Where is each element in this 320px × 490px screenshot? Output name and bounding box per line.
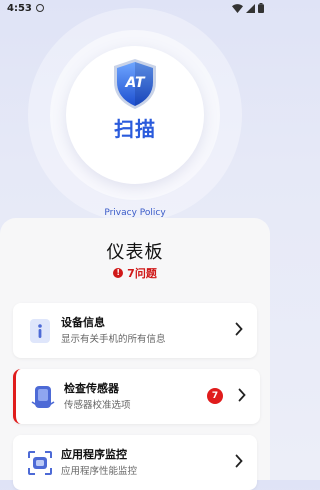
card-title: 设备信息 xyxy=(61,316,105,329)
card-app-monitor[interactable]: 应用程序监控 应用程序性能监控 xyxy=(13,435,257,490)
card-title: 检查传感器 xyxy=(64,382,119,395)
info-icon xyxy=(30,319,50,343)
app-monitor-icon xyxy=(28,451,52,475)
card-subtitle: 应用程序性能监控 xyxy=(61,466,138,477)
privacy-policy-link[interactable]: Privacy Policy xyxy=(0,208,270,218)
issues-count: 7问题 xyxy=(127,267,157,280)
app-indicator-icon xyxy=(36,4,44,12)
chevron-right-icon xyxy=(235,322,243,336)
sensor-icon xyxy=(31,386,55,408)
shield-logo-icon: AT xyxy=(114,59,156,109)
card-check-sensors[interactable]: 检查传感器 传感器校准选项 7 xyxy=(13,369,260,424)
alert-icon: ! xyxy=(113,268,124,278)
scan-label[interactable]: 扫描 xyxy=(66,113,204,142)
issue-count-badge: 7 xyxy=(207,388,223,404)
card-device-info[interactable]: 设备信息 显示有关手机的所有信息 xyxy=(13,303,257,358)
wifi-icon xyxy=(232,3,243,13)
chevron-right-icon xyxy=(238,388,246,402)
shield-logo-text: AT xyxy=(124,75,145,91)
status-time: 4:53 xyxy=(7,3,32,14)
dashboard-title: 仪表板 xyxy=(106,242,164,263)
card-title: 应用程序监控 xyxy=(61,448,127,461)
status-icons xyxy=(232,3,264,13)
signal-icon xyxy=(246,3,255,13)
chevron-right-icon xyxy=(235,454,243,468)
card-subtitle: 传感器校准选项 xyxy=(64,400,131,411)
battery-icon xyxy=(258,3,264,13)
card-subtitle: 显示有关手机的所有信息 xyxy=(61,334,166,345)
issues-summary[interactable]: ! 7问题 xyxy=(0,265,270,281)
